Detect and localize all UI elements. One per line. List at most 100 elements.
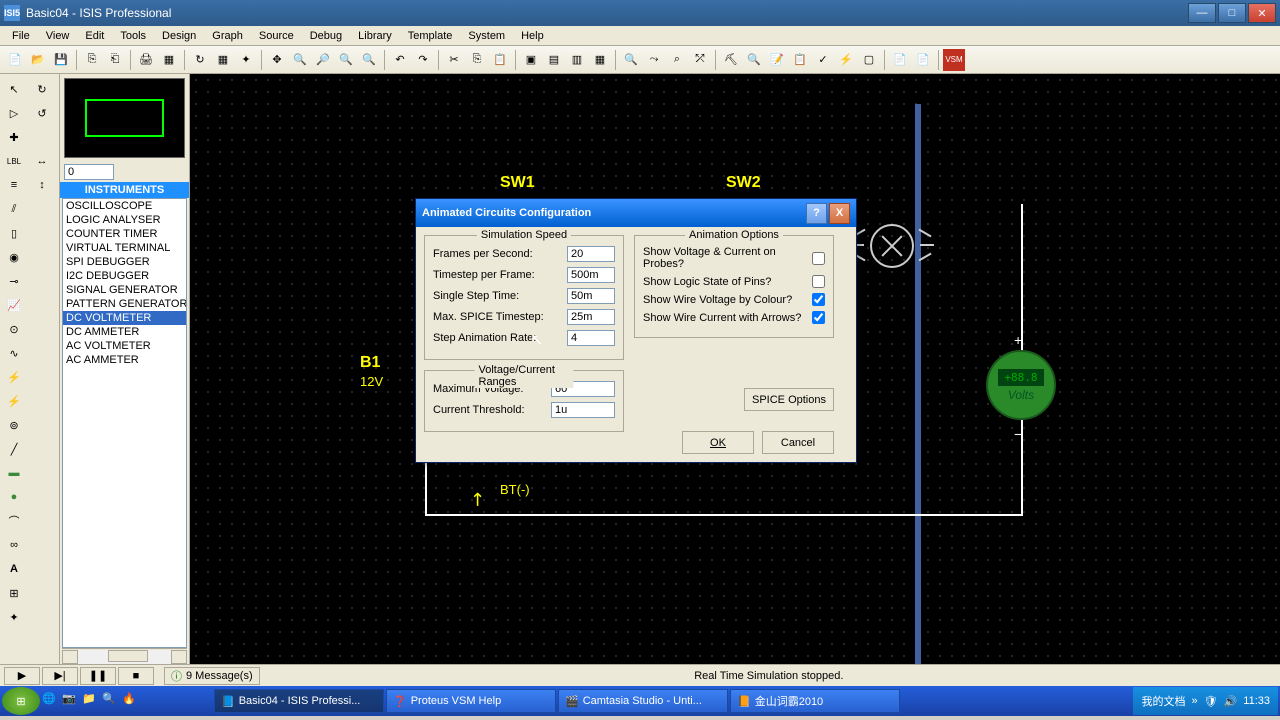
find-icon[interactable]: 🔍 — [743, 49, 765, 71]
play-button[interactable]: ▶ — [4, 667, 40, 685]
list-item[interactable]: AC AMMETER — [63, 353, 186, 367]
taskbar-item[interactable]: 📙金山词霸2010 — [730, 689, 900, 713]
list-item[interactable]: I2C DEBUGGER — [63, 269, 186, 283]
current-threshold-input[interactable] — [551, 402, 615, 418]
text2-tool-icon[interactable]: A — [3, 558, 25, 580]
block-delete-icon[interactable]: ▦ — [589, 49, 611, 71]
flip-v-icon[interactable]: ↕ — [31, 174, 53, 196]
quick-launch-icon[interactable]: 🔍 — [102, 692, 120, 710]
sar-input[interactable] — [567, 330, 615, 346]
menu-tools[interactable]: Tools — [112, 28, 154, 44]
list-item[interactable]: PATTERN GENERATOR — [63, 297, 186, 311]
opt-arrows-checkbox[interactable] — [812, 311, 825, 324]
text-tool-icon[interactable]: ≡ — [3, 174, 25, 196]
tape-tool-icon[interactable]: ⊙ — [3, 318, 25, 340]
scroll-left-icon[interactable] — [62, 650, 78, 664]
quick-launch-icon[interactable]: 🌐 — [42, 692, 60, 710]
vsm-icon[interactable]: VSM — [943, 49, 965, 71]
system-tray[interactable]: 我的文档 » 🛡 🔊 11:33 — [1133, 687, 1278, 715]
menu-edit[interactable]: Edit — [77, 28, 112, 44]
sst-input[interactable] — [567, 288, 615, 304]
print-icon[interactable]: 🖨 — [135, 49, 157, 71]
zoom-area-icon[interactable]: 🔍 — [358, 49, 380, 71]
menu-system[interactable]: System — [460, 28, 513, 44]
ok-button[interactable]: OK — [682, 431, 754, 454]
angle-input[interactable] — [64, 164, 114, 180]
menu-design[interactable]: Design — [154, 28, 204, 44]
open-icon[interactable]: 📂 — [27, 49, 49, 71]
block-move-icon[interactable]: ▤ — [543, 49, 565, 71]
list-item[interactable]: COUNTER TIMER — [63, 227, 186, 241]
flip-h-icon[interactable]: ↔ — [31, 150, 53, 172]
arc-tool-icon[interactable]: ⌒ — [3, 510, 25, 532]
save-icon[interactable]: 💾 — [50, 49, 72, 71]
pick-icon[interactable]: ⛏ — [720, 49, 742, 71]
rotate-cw-icon[interactable]: ↻ — [31, 78, 53, 100]
search-icon[interactable]: ⌕ — [666, 49, 688, 71]
bom-icon[interactable]: 📋 — [789, 49, 811, 71]
taskbar-item[interactable]: 📘Basic04 - ISIS Professi... — [214, 689, 384, 713]
menu-source[interactable]: Source — [251, 28, 302, 44]
menu-graph[interactable]: Graph — [204, 28, 251, 44]
tray-icon[interactable]: 🛡 — [1204, 695, 1218, 708]
paste-icon[interactable]: 📋 — [489, 49, 511, 71]
quick-launch-icon[interactable]: 📷 — [62, 692, 80, 710]
import-icon[interactable]: ⎘ — [81, 49, 103, 71]
bulb-component[interactable] — [870, 224, 914, 268]
export-icon[interactable]: ⎗ — [104, 49, 126, 71]
menu-debug[interactable]: Debug — [302, 28, 350, 44]
ares-icon[interactable]: ▢ — [858, 49, 880, 71]
grid-icon[interactable]: ▦ — [212, 49, 234, 71]
rotate-ccw-icon[interactable]: ↺ — [31, 102, 53, 124]
refresh-icon[interactable]: ↻ — [189, 49, 211, 71]
component-tool-icon[interactable]: ▷ — [3, 102, 25, 124]
message-count[interactable]: 9 Message(s) — [186, 670, 253, 682]
page-icon[interactable]: ▦ — [158, 49, 180, 71]
cancel-button[interactable]: Cancel — [762, 431, 834, 454]
h-scrollbar[interactable] — [62, 648, 187, 664]
block-rotate-icon[interactable]: ▥ — [566, 49, 588, 71]
junction-tool-icon[interactable]: ✚ — [3, 126, 25, 148]
select-tool-icon[interactable]: ↖ — [3, 78, 25, 100]
prop-icon[interactable]: 📝 — [766, 49, 788, 71]
new-icon[interactable]: 📄 — [4, 49, 26, 71]
marker-tool-icon[interactable]: ✦ — [3, 606, 25, 628]
page1-icon[interactable]: 📄 — [889, 49, 911, 71]
zoom-out-icon[interactable]: 🔎 — [312, 49, 334, 71]
bus-tool-icon[interactable]: ⫽ — [3, 198, 25, 220]
opt-voltage-checkbox[interactable] — [812, 293, 825, 306]
scroll-right-icon[interactable] — [171, 650, 187, 664]
pause-button[interactable]: ❚❚ — [80, 667, 116, 685]
clock[interactable]: 11:33 — [1243, 695, 1270, 707]
probe-v-tool-icon[interactable]: ⚡ — [3, 366, 25, 388]
label-tool-icon[interactable]: LBL — [3, 150, 25, 172]
symbol-tool-icon[interactable]: ⊞ — [3, 582, 25, 604]
dc-voltmeter[interactable]: +88.8 Volts — [986, 350, 1056, 420]
line-tool-icon[interactable]: ╱ — [3, 438, 25, 460]
undo-icon[interactable]: ↶ — [389, 49, 411, 71]
list-item[interactable]: DC AMMETER — [63, 325, 186, 339]
minimize-button[interactable]: — — [1188, 3, 1216, 23]
redo-icon[interactable]: ↷ — [412, 49, 434, 71]
zoom-select-icon[interactable]: 🔍 — [620, 49, 642, 71]
cut-icon[interactable]: ✂ — [443, 49, 465, 71]
taskbar-item[interactable]: ❓Proteus VSM Help — [386, 689, 556, 713]
fps-input[interactable] — [567, 246, 615, 262]
circle-tool-icon[interactable]: ● — [3, 486, 25, 508]
tray-icon[interactable]: 🔊 — [1224, 695, 1238, 708]
list-item[interactable]: SIGNAL GENERATOR — [63, 283, 186, 297]
pan-icon[interactable]: ✥ — [266, 49, 288, 71]
copy-icon[interactable]: ⎘ — [466, 49, 488, 71]
help-button[interactable]: ? — [806, 203, 827, 224]
tpf-input[interactable] — [567, 267, 615, 283]
generator-tool-icon[interactable]: ∿ — [3, 342, 25, 364]
box-tool-icon[interactable]: ▬ — [3, 462, 25, 484]
probe-i-tool-icon[interactable]: ⚡ — [3, 390, 25, 412]
opt-probes-checkbox[interactable] — [812, 252, 825, 265]
list-item[interactable]: VIRTUAL TERMINAL — [63, 241, 186, 255]
menu-file[interactable]: File — [4, 28, 38, 44]
erc-icon[interactable]: ✓ — [812, 49, 834, 71]
list-item-selected[interactable]: DC VOLTMETER — [63, 311, 186, 325]
stop-button[interactable]: ■ — [118, 667, 154, 685]
path-tool-icon[interactable]: ∞ — [3, 534, 25, 556]
